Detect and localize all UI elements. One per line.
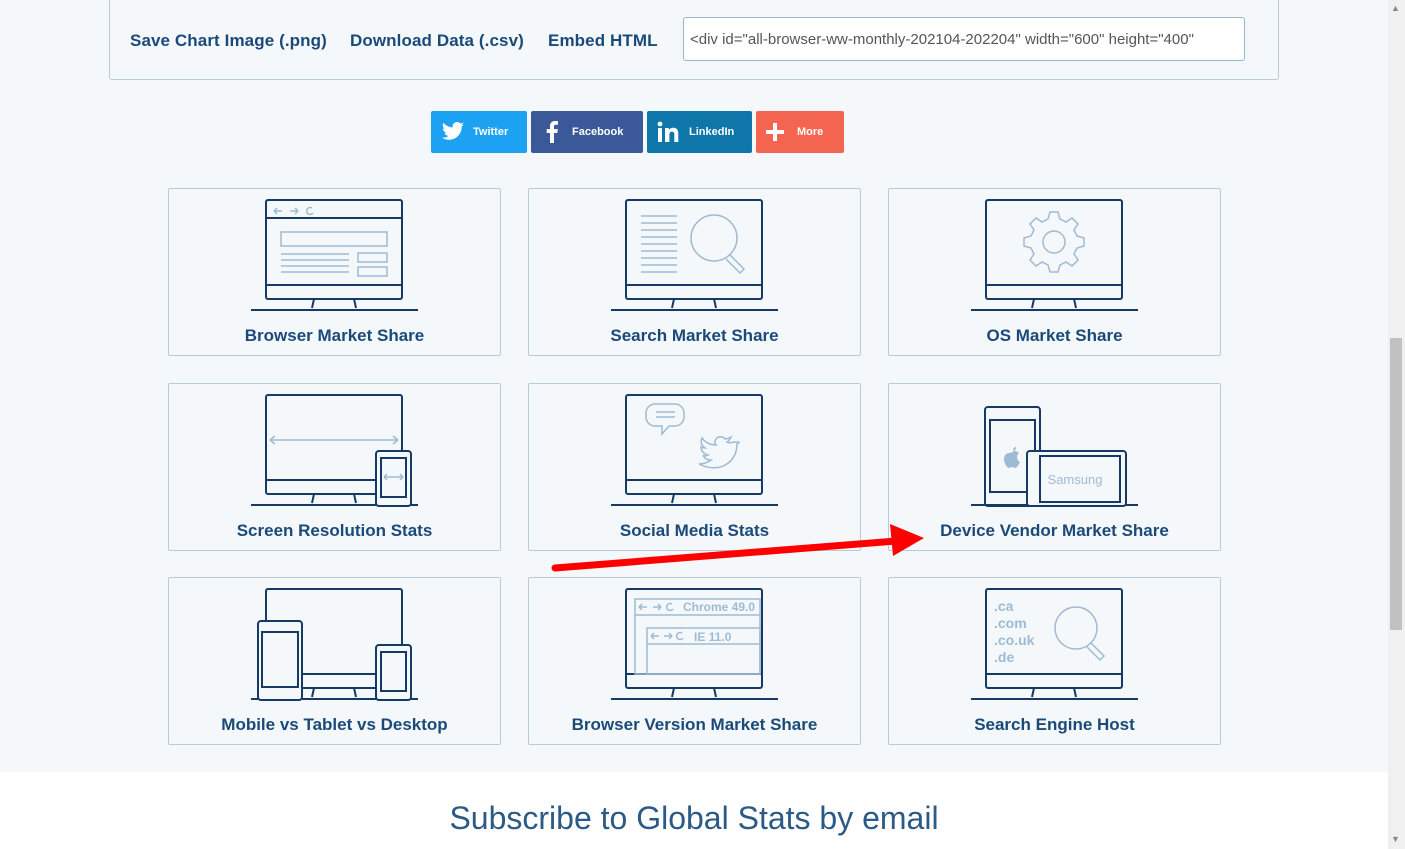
search-monitor-icon	[611, 199, 778, 311]
card-title: Social Media Stats	[619, 521, 770, 540]
card-title: Mobile vs Tablet vs Desktop	[221, 715, 448, 734]
gear-monitor-icon	[971, 199, 1138, 311]
linkedin-icon	[657, 121, 679, 142]
card-social-media-stats[interactable]: Social Media Stats	[528, 383, 861, 551]
download-csv-link[interactable]: Download Data (.csv)	[350, 31, 524, 51]
facebook-label: Facebook	[572, 126, 624, 138]
card-title: Browser Version Market Share	[571, 715, 818, 734]
card-os-market-share[interactable]: OS Market Share	[888, 188, 1221, 356]
more-label: More	[797, 126, 824, 138]
embed-html-label: Embed HTML	[548, 31, 658, 50]
browser-monitor-icon	[251, 199, 418, 311]
device-vendor-icon: Samsung	[971, 406, 1138, 507]
vertical-scrollbar[interactable]: ▲ ▼	[1388, 0, 1405, 849]
twitter-label: Twitter	[473, 126, 509, 138]
ie-version-label: IE 11.0	[694, 630, 732, 644]
embed-html-input[interactable]	[683, 17, 1245, 61]
card-title: Search Market Share	[610, 326, 779, 345]
search-host-icon: .ca .com .co.uk .de	[971, 588, 1138, 700]
social-monitor-icon	[611, 394, 778, 506]
scroll-down-icon[interactable]: ▼	[1391, 834, 1400, 844]
domain-ca: .ca	[994, 598, 1014, 614]
save-png-link[interactable]: Save Chart Image (.png)	[130, 31, 327, 51]
browser-version-icon: Chrome 49.0 IE 11.0	[611, 588, 778, 700]
domain-com: .com	[994, 615, 1027, 631]
resolution-monitor-icon	[251, 394, 418, 507]
facebook-icon	[546, 121, 558, 143]
main-content: Save Chart Image (.png) Download Data (.…	[0, 0, 1388, 772]
card-screen-resolution-stats[interactable]: Screen Resolution Stats	[168, 383, 501, 551]
card-title: Screen Resolution Stats	[236, 521, 433, 540]
card-title: OS Market Share	[986, 326, 1123, 345]
chrome-version-label: Chrome 49.0	[683, 600, 755, 614]
domain-de: .de	[994, 649, 1014, 665]
twitter-icon	[442, 122, 464, 140]
card-mobile-vs-tablet-vs-desktop[interactable]: Mobile vs Tablet vs Desktop	[168, 577, 501, 745]
samsung-label: Samsung	[1048, 472, 1103, 487]
subscribe-heading: Subscribe to Global Stats by email	[449, 800, 939, 836]
linkedin-label: LinkedIn	[689, 126, 735, 138]
card-title: Search Engine Host	[974, 715, 1135, 734]
twitter-share-button[interactable]: Twitter	[431, 111, 527, 153]
card-title: Device Vendor Market Share	[940, 521, 1169, 540]
linkedin-share-button[interactable]: LinkedIn	[647, 111, 752, 153]
multi-device-icon	[251, 588, 418, 701]
card-search-market-share[interactable]: Search Market Share	[528, 188, 861, 356]
card-device-vendor-market-share[interactable]: Samsung Device Vendor Market Share	[888, 383, 1221, 551]
export-panel: Save Chart Image (.png) Download Data (.…	[109, 0, 1279, 80]
more-share-button[interactable]: More	[756, 111, 844, 153]
scroll-up-icon[interactable]: ▲	[1391, 3, 1400, 13]
facebook-share-button[interactable]: Facebook	[531, 111, 643, 153]
card-title: Browser Market Share	[244, 326, 425, 345]
card-browser-market-share[interactable]: Browser Market Share	[168, 188, 501, 356]
card-search-engine-host[interactable]: .ca .com .co.uk .de Search Engine Host	[888, 577, 1221, 745]
scroll-thumb[interactable]	[1390, 338, 1402, 630]
domain-co-uk: .co.uk	[994, 632, 1035, 648]
card-browser-version-market-share[interactable]: Chrome 49.0 IE 11.0 Browser Version Mark…	[528, 577, 861, 745]
plus-icon	[766, 123, 784, 141]
